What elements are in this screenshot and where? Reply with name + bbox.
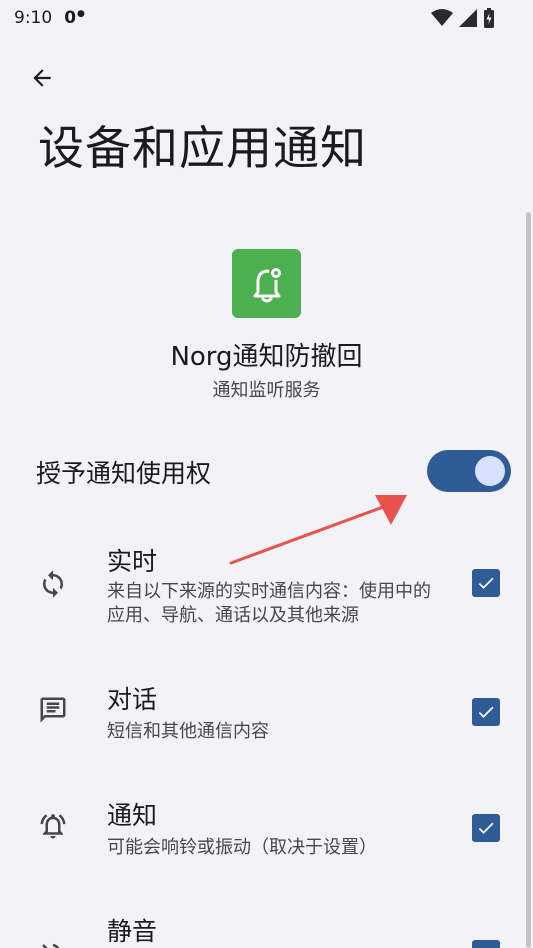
battery-icon xyxy=(484,8,494,28)
app-subtitle: 通知监听服务 xyxy=(212,380,321,401)
check-icon xyxy=(478,822,494,834)
list-item-conversations[interactable]: 对话 短信和其他通信内容 xyxy=(0,680,533,750)
conversations-checkbox[interactable] xyxy=(472,698,500,726)
arrow-left-icon xyxy=(33,69,51,87)
status-bar: 9:10 0● xyxy=(0,0,533,36)
item-title: 实时 xyxy=(107,547,158,576)
app-icon xyxy=(232,249,301,318)
silent-icon xyxy=(36,938,70,948)
sync-icon xyxy=(36,567,70,601)
item-title: 通知 xyxy=(107,801,158,830)
item-title: 静音 xyxy=(107,917,158,946)
realtime-checkbox[interactable] xyxy=(472,569,500,597)
toggle-knob xyxy=(475,456,505,486)
silent-checkbox[interactable] xyxy=(472,940,500,948)
back-button[interactable] xyxy=(22,58,62,98)
signal-icon xyxy=(459,9,477,27)
grant-access-label: 授予通知使用权 xyxy=(36,459,212,488)
check-icon xyxy=(478,706,494,718)
grant-access-toggle[interactable] xyxy=(427,450,511,492)
ringing-bell-icon xyxy=(36,809,70,843)
item-desc: 来自以下来源的实时通信内容：使用中的应用、导航、通话以及其他来源 xyxy=(107,581,431,626)
list-item-silent[interactable]: 静音 xyxy=(0,910,533,948)
item-title: 对话 xyxy=(107,685,158,714)
app-name: Norg通知防撤回 xyxy=(170,342,363,372)
status-time: 9:10 xyxy=(14,8,53,28)
bell-gear-icon xyxy=(253,265,283,302)
wifi-icon xyxy=(431,9,453,26)
status-extra: 0● xyxy=(64,8,85,28)
item-desc: 可能会响铃或振动（取决于设置） xyxy=(107,837,377,858)
message-icon xyxy=(36,693,70,727)
check-icon xyxy=(478,577,494,589)
page-title: 设备和应用通知 xyxy=(38,121,367,175)
status-icons xyxy=(431,8,495,28)
notifications-checkbox[interactable] xyxy=(472,814,500,842)
list-item-realtime[interactable]: 实时 来自以下来源的实时通信内容：使用中的应用、导航、通话以及其他来源 xyxy=(0,540,533,640)
list-item-notifications[interactable]: 通知 可能会响铃或振动（取决于设置） xyxy=(0,796,533,866)
item-desc: 短信和其他通信内容 xyxy=(107,721,269,742)
